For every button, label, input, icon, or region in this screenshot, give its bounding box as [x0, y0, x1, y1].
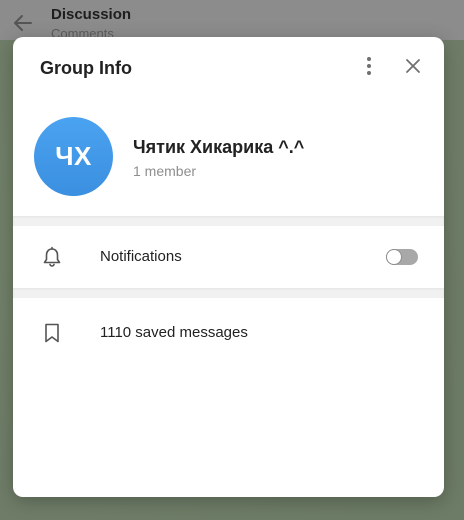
close-button[interactable] — [399, 54, 427, 82]
bell-icon — [40, 245, 64, 269]
background-header: Discussion Comments — [0, 0, 464, 41]
group-name: Чятик Хикарика ^.^ — [133, 137, 305, 157]
section-divider — [13, 216, 444, 226]
section-divider — [13, 288, 444, 298]
avatar-initials: ЧХ — [55, 141, 92, 171]
avatar[interactable]: ЧХ — [34, 117, 113, 196]
member-count: 1 member — [133, 163, 197, 179]
saved-messages-label: 1110 saved messages — [100, 324, 248, 341]
notifications-row[interactable]: Notifications — [13, 226, 444, 288]
notifications-label: Notifications — [100, 248, 182, 265]
toggle-knob — [387, 250, 401, 264]
saved-messages-row[interactable]: 1110 saved messages — [13, 298, 444, 368]
back-arrow-icon[interactable] — [12, 12, 34, 34]
more-options-button[interactable] — [355, 54, 383, 82]
background-title: Discussion — [51, 6, 132, 23]
group-profile: ЧХ Чятик Хикарика ^.^ 1 member — [13, 99, 444, 216]
group-info-dialog: Group Info ЧХ Чятик Хикарика ^.^ 1 membe… — [13, 37, 444, 497]
dialog-title: Group Info — [40, 58, 132, 78]
close-icon — [405, 58, 421, 79]
dialog-header: Group Info — [13, 37, 444, 99]
more-vertical-icon — [366, 56, 372, 81]
bookmark-icon — [40, 321, 64, 345]
notifications-toggle[interactable] — [386, 249, 418, 265]
